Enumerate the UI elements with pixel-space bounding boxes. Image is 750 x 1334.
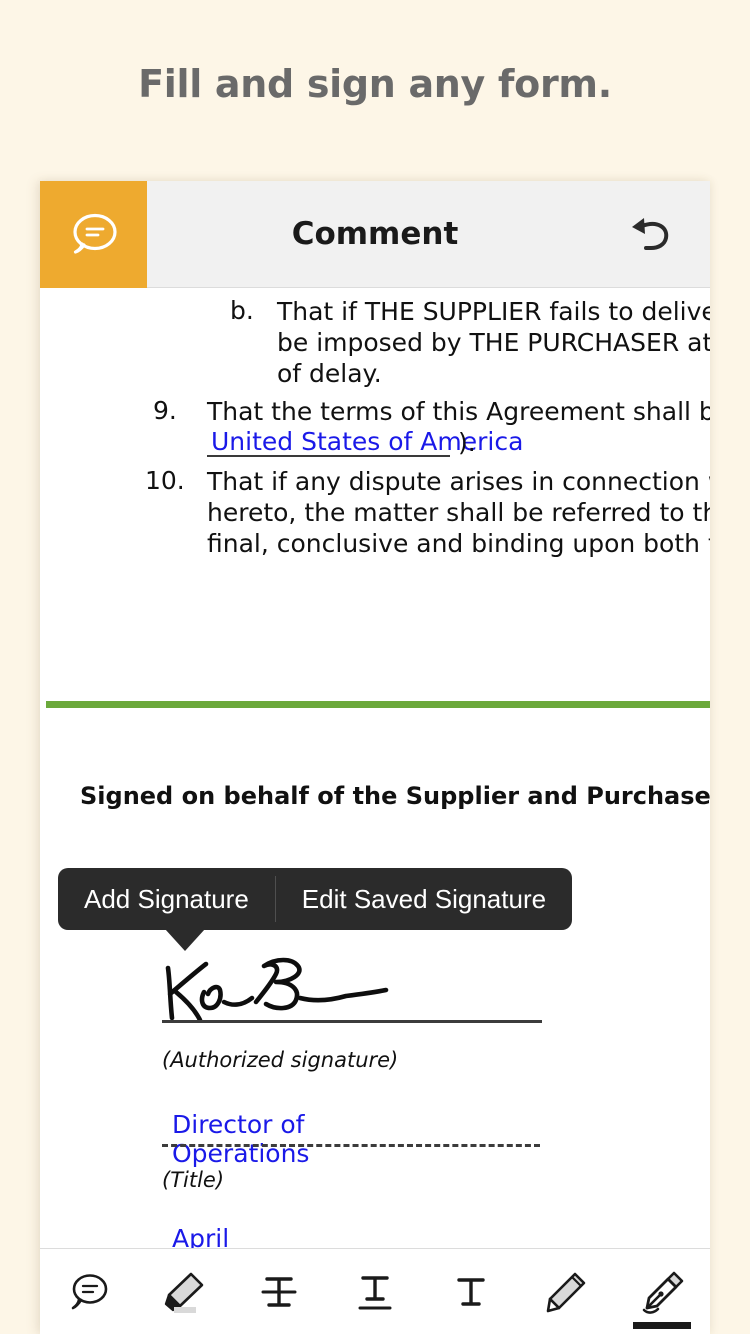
title-caption: (Title) [162,1168,225,1192]
toolbar-comment-tool[interactable] [40,1249,136,1334]
clause-marker: 10. [145,466,185,495]
governing-law-field[interactable]: United States of America [211,427,523,456]
comment-bubble-icon [72,213,117,254]
add-signature-menu-item[interactable]: Add Signature [58,868,275,930]
strikethrough-text-icon [261,1276,297,1307]
pencil-icon [547,1272,586,1312]
clause-line: That if any dispute arises in connection… [207,467,710,496]
app-header: Comment [40,181,710,288]
phone-preview-card: Comment b. That if THE SUPPLIER fails to… [40,181,710,1334]
clause-line: That if THE SUPPLIER fails to deliver th… [277,297,710,326]
highlighter-icon [164,1272,203,1313]
signature-ink[interactable] [160,948,410,1028]
clause-marker: b. [230,296,254,325]
signature-caption: (Authorized signature) [162,1048,399,1072]
page-divider [46,701,710,708]
page-title: Fill and sign any form. [138,62,612,106]
toolbar-text-tool[interactable] [423,1249,519,1334]
toolbar-signature-tool[interactable] [614,1249,710,1334]
toolbar-underline-tool[interactable] [327,1249,423,1334]
text-icon [457,1277,485,1306]
comment-bubble-icon [71,1273,108,1309]
signed-heading: Signed on behalf of the Supplier and Pur… [80,782,710,810]
selected-tool-indicator [633,1321,692,1329]
toolbar-highlight-tool[interactable] [136,1249,232,1334]
signature-line [162,1020,542,1023]
annotation-toolbar [40,1248,710,1334]
undo-button[interactable] [616,181,686,288]
undo-icon [632,217,669,250]
clause-line: That the terms of this Agreement shall b… [207,397,710,426]
clause-line: hereto, the matter shall be referred to … [207,498,710,527]
clause-field-suffix: ). [458,428,476,457]
underline-text-icon [358,1275,392,1309]
title-field-value[interactable]: Director of Operations [172,1110,309,1168]
toolbar-strikethrough-tool[interactable] [231,1249,327,1334]
comment-mode-button[interactable] [40,181,147,288]
clause-line: of delay. [277,359,382,388]
toolbar-draw-tool[interactable] [519,1249,615,1334]
title-field-underline [162,1144,540,1147]
document-viewport[interactable]: b. That if THE SUPPLIER fails to deliver… [40,288,710,1334]
clause-line: final, conclusive and binding upon both … [207,529,710,558]
clause-line: be imposed by THE PURCHASER at the rate … [277,328,710,357]
edit-saved-signature-menu-item[interactable]: Edit Saved Signature [276,868,572,930]
clause-marker: 9. [153,396,177,425]
governing-law-field-underline [207,455,450,457]
signature-context-menu: Add Signature Edit Saved Signature [58,868,573,930]
menu-caret-icon [165,929,205,951]
pen-nib-icon [642,1271,684,1314]
